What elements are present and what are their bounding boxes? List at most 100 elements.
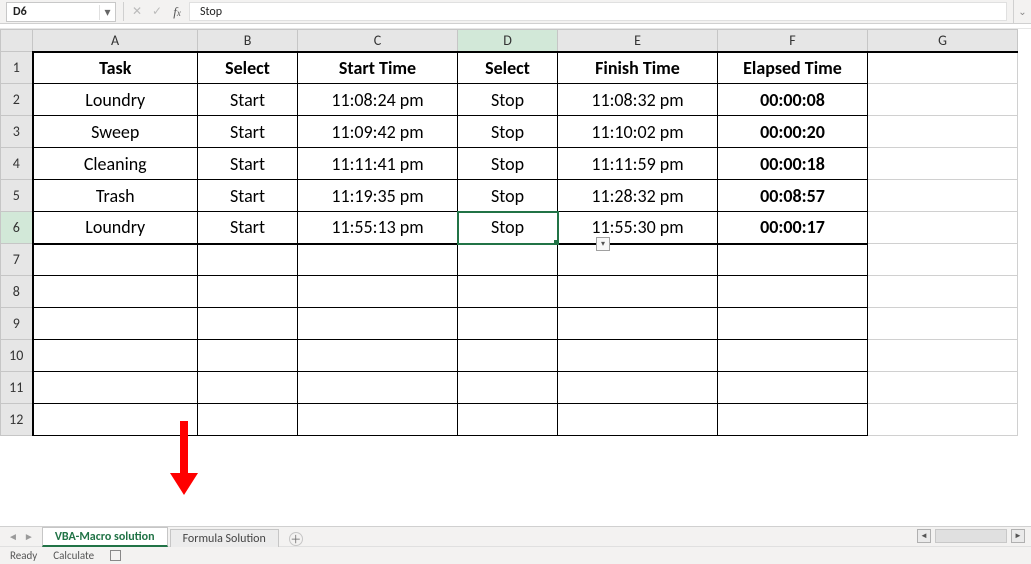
data-validation-dropdown-icon[interactable]: ▾ [596,237,610,251]
cell[interactable] [868,372,1018,404]
row-header[interactable]: 12 [1,404,33,436]
active-cell[interactable]: Stop [458,212,558,244]
cell[interactable]: Start [198,212,298,244]
cell[interactable]: 11:19:35 pm [298,180,458,212]
cell[interactable] [558,276,718,308]
cell[interactable] [718,404,868,436]
scrollbar-track[interactable] [935,529,1007,543]
cell[interactable] [33,276,198,308]
cell[interactable] [558,404,718,436]
cell[interactable]: Start [198,84,298,116]
cell[interactable] [558,244,718,276]
cell[interactable]: Stop [458,180,558,212]
insert-function-button[interactable]: fx [167,0,187,23]
cell[interactable]: Start Time [298,52,458,84]
cell[interactable] [33,404,198,436]
cell[interactable] [198,276,298,308]
col-header[interactable]: D [458,30,558,52]
cell[interactable] [198,340,298,372]
cell[interactable]: Start [198,148,298,180]
cell[interactable] [718,340,868,372]
cell[interactable]: Finish Time [558,52,718,84]
cell[interactable]: Select [198,52,298,84]
scroll-right-icon[interactable]: ► [1011,529,1025,543]
spreadsheet-grid[interactable]: A B C D E F G 1 Task Select Start Time S… [0,29,1031,526]
cell[interactable] [558,340,718,372]
cell[interactable] [868,84,1018,116]
col-header[interactable]: E [558,30,718,52]
cell[interactable]: Elapsed Time [718,52,868,84]
cell[interactable]: 11:55:30 pm [558,212,718,244]
row-header[interactable]: 11 [1,372,33,404]
cell[interactable]: Cleaning [33,148,198,180]
cell[interactable] [868,340,1018,372]
sheet-tab[interactable]: Formula Solution [170,529,279,547]
col-header[interactable]: F [718,30,868,52]
cell[interactable]: 00:08:57 [718,180,868,212]
cell[interactable] [458,372,558,404]
cell[interactable]: Select [458,52,558,84]
cell[interactable] [718,372,868,404]
cell[interactable]: Stop [458,116,558,148]
cell[interactable]: Task [33,52,198,84]
row-header[interactable]: 9 [1,308,33,340]
scroll-left-icon[interactable]: ◄ [917,529,931,543]
cell[interactable] [868,148,1018,180]
cell[interactable] [33,340,198,372]
chevron-down-icon[interactable]: ▾ [99,5,115,20]
cell[interactable] [868,404,1018,436]
cell[interactable]: Stop [458,84,558,116]
cell[interactable] [298,244,458,276]
cell[interactable] [33,308,198,340]
accept-formula-icon[interactable]: ✓ [147,0,167,23]
cell[interactable] [868,212,1018,244]
name-box[interactable]: D6 ▾ [6,2,116,22]
cell[interactable] [298,404,458,436]
col-header[interactable]: C [298,30,458,52]
cell[interactable] [868,180,1018,212]
cell[interactable] [33,244,198,276]
cell[interactable]: Stop [458,148,558,180]
cell[interactable] [718,308,868,340]
cell[interactable] [868,276,1018,308]
cell[interactable] [198,244,298,276]
cell[interactable]: 11:55:13 pm [298,212,458,244]
cell[interactable] [868,308,1018,340]
cell[interactable]: 11:11:59 pm [558,148,718,180]
cell[interactable] [298,340,458,372]
tab-prev-icon[interactable]: ◄ [8,530,18,543]
macro-record-icon[interactable] [110,550,121,561]
cell[interactable] [458,340,558,372]
cell[interactable]: Sweep [33,116,198,148]
cell[interactable] [868,52,1018,84]
cell[interactable]: 00:00:17 [718,212,868,244]
col-header[interactable]: G [868,30,1018,52]
cell[interactable]: 00:00:20 [718,116,868,148]
cell[interactable] [718,276,868,308]
horizontal-scrollbar[interactable]: ◄ ► [917,529,1025,543]
row-header[interactable]: 8 [1,276,33,308]
cell[interactable] [558,308,718,340]
row-header[interactable]: 1 [1,52,33,84]
cell[interactable] [458,244,558,276]
cell[interactable] [868,116,1018,148]
cell[interactable]: Trash [33,180,198,212]
sheet-tab-active[interactable]: VBA-Macro solution [42,527,168,547]
cell[interactable] [298,276,458,308]
cell[interactable] [868,244,1018,276]
cell[interactable]: Start [198,116,298,148]
tab-next-icon[interactable]: ► [24,530,34,543]
cell[interactable]: 00:00:18 [718,148,868,180]
col-header[interactable]: A [33,30,198,52]
cell[interactable]: Start [198,180,298,212]
col-header[interactable]: B [198,30,298,52]
cell[interactable]: 11:10:02 pm [558,116,718,148]
cell[interactable]: 11:08:32 pm [558,84,718,116]
tab-nav[interactable]: ◄ ► [0,527,42,546]
expand-formula-bar-icon[interactable]: ⌄ [1013,0,1031,23]
cell[interactable]: 11:08:24 pm [298,84,458,116]
cell[interactable]: Loundry [33,84,198,116]
cell[interactable] [198,372,298,404]
cell[interactable] [198,308,298,340]
cell[interactable] [298,308,458,340]
